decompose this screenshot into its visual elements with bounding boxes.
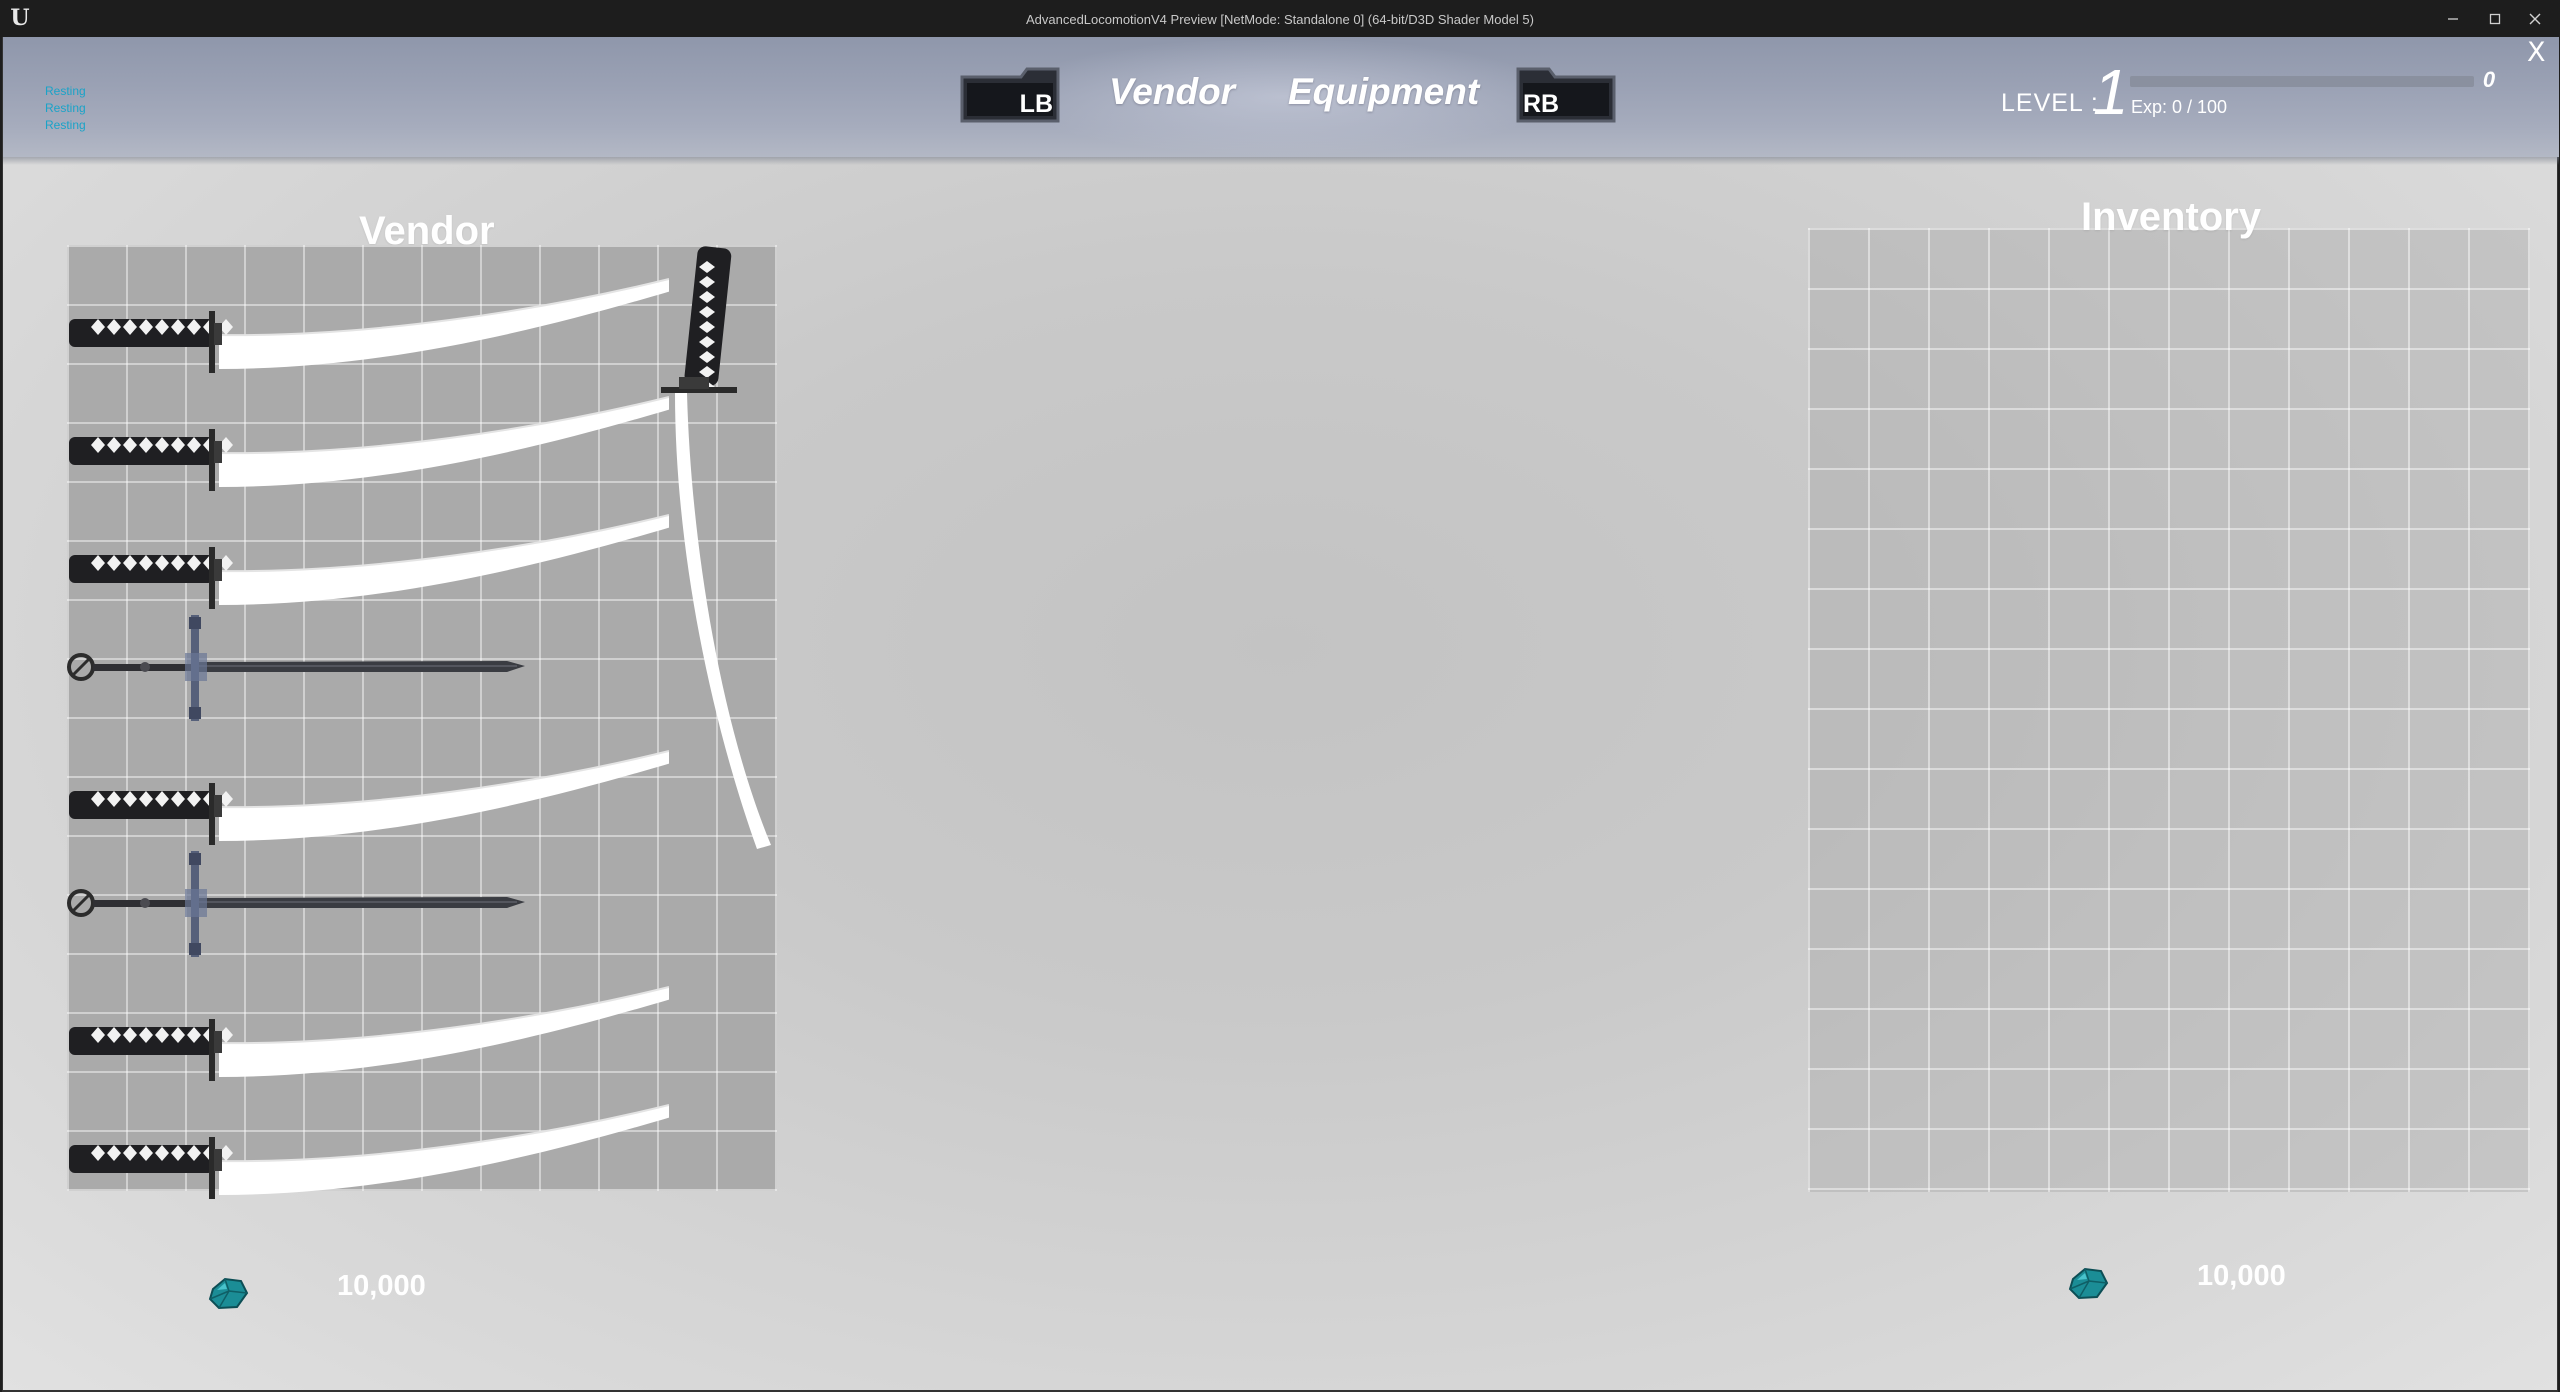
lb-bumper-button[interactable]: LB <box>959 67 1061 123</box>
status-line: Resting <box>45 101 86 115</box>
inventory-title: Inventory <box>2081 195 2262 239</box>
vendor-currency-value: 10,000 <box>337 1270 426 1302</box>
level-value: 1 <box>2093 56 2129 128</box>
level-label: LEVEL : <box>2001 89 2099 117</box>
tab-equipment[interactable]: Equipment <box>1288 67 1479 117</box>
gem-icon <box>2068 1267 2109 1300</box>
game-viewport[interactable]: Resting Resting Resting LB Vendor Equipm… <box>2 37 2559 1392</box>
close-menu-button[interactable]: X <box>2527 37 2546 68</box>
hud-header: Resting Resting Resting LB Vendor Equipm… <box>3 37 2559 165</box>
katana-icon[interactable] <box>69 277 669 373</box>
exp-bar-value: 0 <box>2482 67 2496 92</box>
katana-icon[interactable] <box>69 1103 669 1199</box>
status-line: Resting <box>45 118 86 132</box>
katana-icon[interactable] <box>69 985 669 1081</box>
inventory-grid[interactable] <box>1808 228 2530 1192</box>
longsword-icon[interactable] <box>67 851 527 957</box>
inventory-currency-value: 10,000 <box>2197 1260 2286 1292</box>
status-list: Resting Resting Resting <box>45 83 86 134</box>
gem-icon <box>208 1277 249 1310</box>
katana-icon[interactable] <box>661 245 775 885</box>
rb-label: RB <box>1523 90 1560 118</box>
status-line: Resting <box>45 84 86 98</box>
vendor-grid[interactable] <box>67 245 777 1199</box>
exp-progress-bar <box>2130 76 2474 87</box>
katana-icon[interactable] <box>69 749 669 845</box>
window-title-bar[interactable]: U AdvancedLocomotionV4 Preview [NetMode:… <box>0 0 2560 37</box>
rb-bumper-button[interactable]: RB <box>1515 67 1617 123</box>
katana-icon[interactable] <box>69 395 669 491</box>
exp-text: Exp: 0 / 100 <box>2131 97 2228 117</box>
lb-label: LB <box>1019 90 1053 118</box>
minimize-icon[interactable] <box>2432 0 2474 37</box>
close-icon[interactable] <box>2514 0 2556 37</box>
katana-icon[interactable] <box>69 513 669 609</box>
tab-vendor[interactable]: Vendor <box>1109 67 1235 117</box>
window-title: AdvancedLocomotionV4 Preview [NetMode: S… <box>1025 12 1534 27</box>
longsword-icon[interactable] <box>67 615 527 721</box>
maximize-icon[interactable] <box>2474 0 2516 37</box>
